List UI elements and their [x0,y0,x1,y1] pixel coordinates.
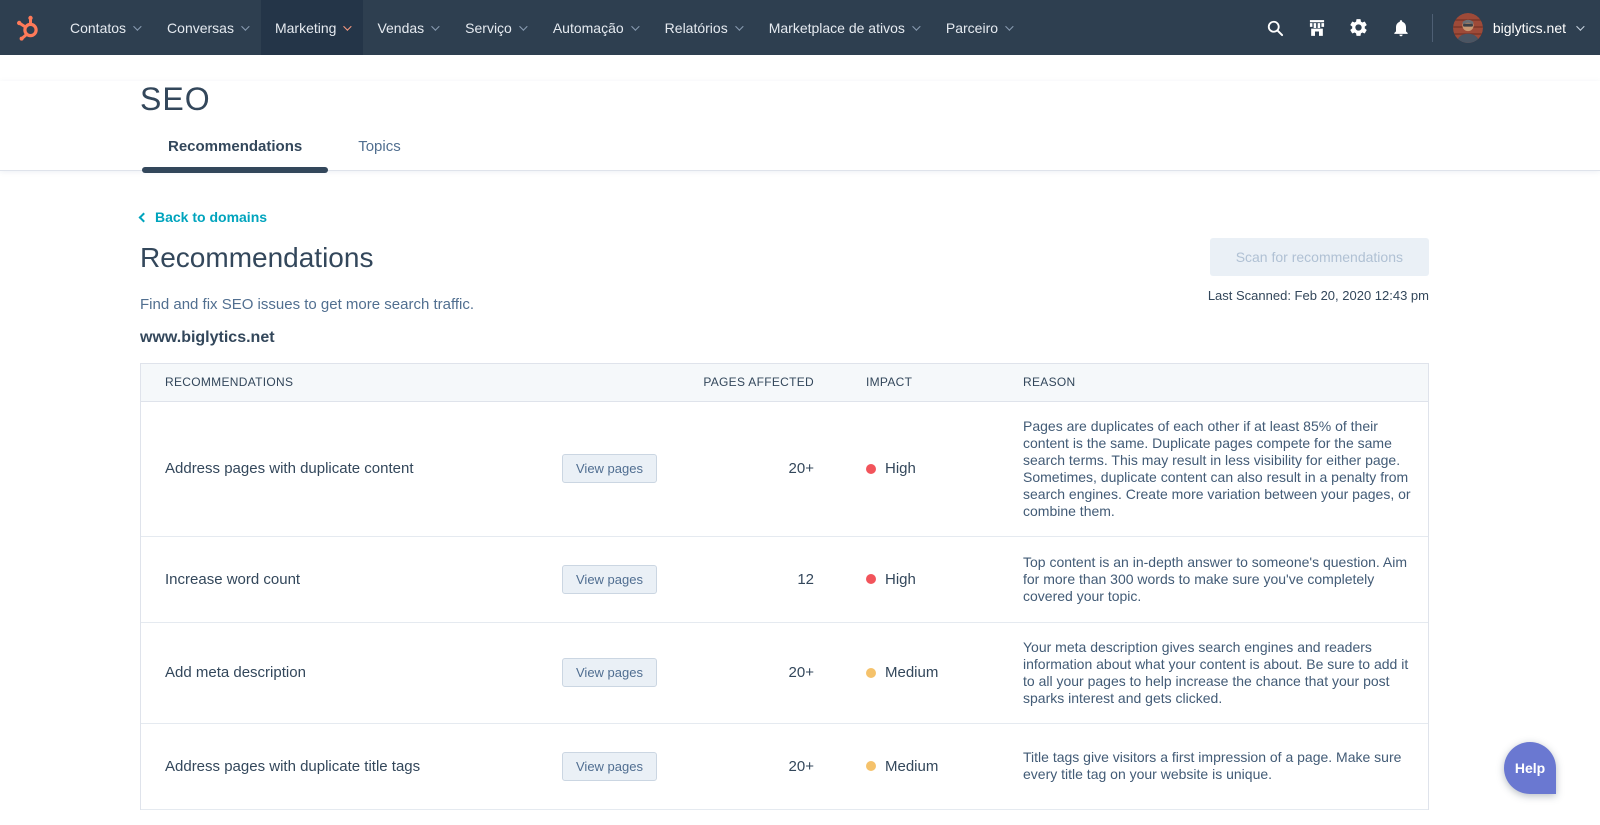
notifications-icon[interactable] [1390,17,1412,39]
nav-item-label: Contatos [70,20,126,36]
tab-topics[interactable]: Topics [330,138,429,170]
page-title: SEO [140,81,1600,118]
back-link-label: Back to domains [155,209,267,225]
help-button[interactable]: Help [1504,742,1556,794]
chevron-left-icon [139,212,149,222]
pages-affected-value: 20+ [652,758,814,775]
back-to-domains-link[interactable]: Back to domains [140,209,267,225]
nav-item-label: Parceiro [946,20,998,36]
view-pages-button[interactable]: View pages [562,658,657,687]
impact-dot [866,668,876,678]
impact-cell: High [814,571,1023,588]
impact-label: High [885,460,916,477]
reason-text: Title tags give visitors a first impress… [1023,749,1411,783]
scan-area: Scan for recommendations Last Scanned: F… [1208,238,1429,303]
nav-item-marketplace-de-ativos[interactable]: Marketplace de ativos [755,0,932,55]
nav-item-serviço[interactable]: Serviço [451,0,539,55]
reason-text: Top content is an in-depth answer to som… [1023,554,1411,605]
chevron-down-icon [912,22,920,30]
hubspot-logo-icon[interactable] [0,0,56,55]
top-navigation: Contatos Conversas Marketing Vendas Serv… [0,0,1600,55]
recommendation-name: Add meta description [165,664,562,681]
tab-label: Topics [358,138,401,155]
chevron-down-icon [735,22,743,30]
nav-item-label: Marketplace de ativos [769,20,905,36]
nav-item-label: Conversas [167,20,234,36]
recommendations-header: Recommendations Scan for recommendations… [140,242,1429,274]
marketplace-icon[interactable] [1306,17,1328,39]
chevron-down-icon [241,22,249,30]
nav-item-conversas[interactable]: Conversas [153,0,261,55]
nav-item-parceiro[interactable]: Parceiro [932,0,1025,55]
chevron-down-icon [431,22,439,30]
nav-item-automação[interactable]: Automação [539,0,651,55]
settings-icon[interactable] [1348,17,1370,39]
tab-label: Recommendations [168,138,302,155]
account-name: biglytics.net [1493,20,1566,36]
pages-affected-value: 20+ [652,664,814,681]
chevron-down-icon [1576,22,1584,30]
column-header-recommendations: RECOMMENDATIONS [165,375,562,389]
tab-recommendations[interactable]: Recommendations [140,138,330,170]
domain-name: www.biglytics.net [140,329,1429,347]
scan-for-recommendations-button[interactable]: Scan for recommendations [1210,238,1429,276]
chevron-down-icon [519,22,527,30]
pages-affected-value: 20+ [652,460,814,477]
impact-label: Medium [885,758,938,775]
chevron-down-icon [631,22,639,30]
search-icon[interactable] [1264,17,1286,39]
impact-cell: Medium [814,664,1023,681]
column-header-pages-affected: PAGES AFFECTED [652,375,814,389]
nav-item-contatos[interactable]: Contatos [56,0,153,55]
column-header-reason: REASON [1023,375,1411,389]
recommendation-name: Increase word count [165,571,562,588]
recommendation-name: Address pages with duplicate title tags [165,758,562,775]
nav-utilities: biglytics.net [1264,0,1600,55]
table-row: Address pages with duplicate title tags … [141,724,1428,810]
nav-item-relatórios[interactable]: Relatórios [651,0,755,55]
reason-text: Your meta description gives search engin… [1023,639,1411,707]
table-row: Add meta description View pages 20+ Medi… [141,623,1428,724]
table-header-row: RECOMMENDATIONS PAGES AFFECTED IMPACT RE… [141,364,1428,402]
nav-item-label: Serviço [465,20,512,36]
nav-item-label: Automação [553,20,624,36]
recommendations-table-body: Address pages with duplicate content Vie… [141,402,1428,810]
impact-dot [866,761,876,771]
view-pages-button[interactable]: View pages [562,454,657,483]
nav-divider [1432,14,1433,42]
nav-item-label: Vendas [377,20,424,36]
pages-affected-value: 12 [652,571,814,588]
view-pages-button[interactable]: View pages [562,565,657,594]
tabs: Recommendations Topics [140,138,1600,170]
account-menu[interactable]: biglytics.net [1453,13,1582,43]
impact-dot [866,574,876,584]
page-header: SEO Recommendations Topics [0,81,1600,171]
impact-cell: High [814,460,1023,477]
main-nav-items: Contatos Conversas Marketing Vendas Serv… [56,0,1025,55]
user-avatar [1453,13,1483,43]
nav-item-label: Relatórios [665,20,728,36]
view-pages-button[interactable]: View pages [562,752,657,781]
impact-label: Medium [885,664,938,681]
nav-item-label: Marketing [275,20,336,36]
table-row: Increase word count View pages 12 High T… [141,537,1428,623]
impact-cell: Medium [814,758,1023,775]
reason-text: Pages are duplicates of each other if at… [1023,418,1411,520]
chevron-down-icon [344,22,352,30]
chevron-down-icon [1005,22,1013,30]
column-header-impact: IMPACT [814,375,1023,389]
impact-dot [866,464,876,474]
chevron-down-icon [133,22,141,30]
table-row: Address pages with duplicate content Vie… [141,402,1428,537]
nav-item-vendas[interactable]: Vendas [363,0,451,55]
recommendations-table: RECOMMENDATIONS PAGES AFFECTED IMPACT RE… [140,363,1429,810]
impact-label: High [885,571,916,588]
nav-item-marketing[interactable]: Marketing [261,0,363,55]
last-scanned-timestamp: Last Scanned: Feb 20, 2020 12:43 pm [1208,288,1429,303]
recommendation-name: Address pages with duplicate content [165,460,562,477]
main-content: Back to domains Recommendations Scan for… [140,171,1429,810]
